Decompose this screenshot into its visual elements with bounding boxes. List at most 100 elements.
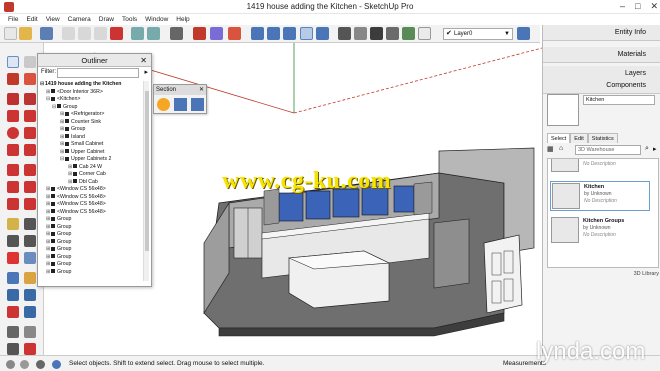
zoom-icon[interactable]: [7, 289, 19, 301]
menu-view[interactable]: View: [46, 14, 60, 25]
outliner-tree-item[interactable]: ⊞ Corner Cab: [40, 171, 140, 179]
look-around-icon[interactable]: [24, 326, 36, 338]
outliner-tree-item[interactable]: ⊞ Cab 24 W: [40, 164, 140, 172]
outliner-tree-item[interactable]: ⊞ Group: [40, 216, 140, 224]
right-view-icon[interactable]: [300, 27, 313, 40]
layer-manager-icon[interactable]: [517, 27, 530, 40]
outliner-tree-item[interactable]: ⊞ <Door Interior 36R>: [40, 89, 140, 97]
outliner-tree-item[interactable]: ⊞ Small Cabinet: [40, 141, 140, 149]
rotated-rectangle-icon[interactable]: [24, 110, 36, 122]
outliner-tree-item[interactable]: ⊞ <Refrigerator>: [40, 111, 140, 119]
follow-me-icon[interactable]: [24, 181, 36, 193]
outliner-details-icon[interactable]: ▸: [144, 68, 148, 76]
wireframe-style-icon[interactable]: [354, 27, 367, 40]
menu-draw[interactable]: Draw: [99, 14, 114, 25]
front-view-icon[interactable]: [283, 27, 296, 40]
outliner-tree-item[interactable]: ⊟1419 house adding the Kitchen: [40, 81, 140, 89]
section-plane-icon[interactable]: [157, 98, 170, 111]
outliner-tree-item[interactable]: ⊞ <Window CS 56x48>: [40, 201, 140, 209]
rotate-icon[interactable]: [7, 181, 19, 193]
help-icon[interactable]: [52, 360, 61, 369]
outliner-tree-item[interactable]: ⊞ Group: [40, 239, 140, 247]
new-file-icon[interactable]: [4, 27, 17, 40]
display-section-planes-icon[interactable]: [174, 98, 187, 111]
outliner-scrollbar[interactable]: [143, 81, 149, 281]
details-arrow-icon[interactable]: ▸: [653, 145, 657, 153]
component-icon[interactable]: [210, 27, 223, 40]
paste-icon[interactable]: [94, 27, 107, 40]
open-folder-icon[interactable]: [19, 27, 32, 40]
minimize-button[interactable]: –: [620, 1, 625, 12]
undo-icon[interactable]: [131, 27, 144, 40]
tray-tab-components[interactable]: Components: [543, 78, 660, 94]
menu-edit[interactable]: Edit: [26, 14, 37, 25]
erase-icon[interactable]: [110, 27, 123, 40]
line-tool-icon[interactable]: [7, 93, 19, 105]
component-item-kitchen[interactable]: Kitchen by Unknown No Description: [550, 181, 650, 211]
axes-icon[interactable]: [7, 252, 19, 264]
outliner-tree-item[interactable]: ⊞ Group: [40, 269, 140, 277]
outliner-tree-item[interactable]: ⊞ Upper Cabinet: [40, 149, 140, 157]
outliner-tree-item[interactable]: ⊞ Group: [40, 254, 140, 262]
close-button[interactable]: ✕: [650, 1, 658, 12]
paint-bucket-tool-icon[interactable]: [24, 73, 36, 85]
outliner-tree-item[interactable]: ⊞ Counter Sink: [40, 119, 140, 127]
move-icon[interactable]: [7, 164, 19, 176]
outliner-tree-item[interactable]: ⊞ Group: [40, 126, 140, 134]
paint-bucket-icon[interactable]: [228, 27, 241, 40]
offset-icon[interactable]: [24, 198, 36, 210]
components-search-input[interactable]: 3D Warehouse: [575, 145, 641, 155]
menu-camera[interactable]: Camera: [68, 14, 91, 25]
close-icon[interactable]: ✕: [140, 54, 147, 67]
eraser-icon[interactable]: [24, 56, 36, 68]
orbit-icon[interactable]: [7, 272, 19, 284]
xray-style-icon[interactable]: [338, 27, 351, 40]
menu-help[interactable]: Help: [176, 14, 189, 25]
save-icon[interactable]: [40, 27, 53, 40]
tab-select[interactable]: Select: [547, 133, 571, 143]
cut-icon[interactable]: [62, 27, 75, 40]
component-item[interactable]: No Description: [550, 159, 650, 175]
menu-file[interactable]: File: [8, 14, 18, 25]
outliner-tree-item[interactable]: ⊞ Group: [40, 224, 140, 232]
filter-input[interactable]: [57, 68, 139, 78]
outliner-tree-item[interactable]: ⊞ Group: [40, 246, 140, 254]
outliner-tree-item[interactable]: ⊟ <Kitchen>: [40, 96, 140, 104]
tray-tab-entity-info[interactable]: Entity Info: [543, 25, 660, 41]
zoom-window-icon[interactable]: [24, 289, 36, 301]
section-plane-tool-icon[interactable]: [24, 343, 36, 355]
arc-icon[interactable]: [7, 144, 19, 156]
outliner-tree-item[interactable]: ⊟ Group: [40, 104, 140, 112]
maximize-button[interactable]: □: [635, 1, 640, 12]
component-name-field[interactable]: Kitchen: [583, 95, 655, 105]
monochrome-style-icon[interactable]: [418, 27, 431, 40]
tab-statistics[interactable]: Statistics: [587, 133, 618, 143]
make-component-icon[interactable]: [7, 73, 19, 85]
layer-dropdown[interactable]: ✔ Layer0 ▼: [443, 28, 513, 40]
outliner-tree-item[interactable]: ⊞ Group: [40, 231, 140, 239]
outliner-tree-item[interactable]: ⊞ Dbl Cab: [40, 179, 140, 187]
back-view-icon[interactable]: [316, 27, 329, 40]
hidden-line-style-icon[interactable]: [370, 27, 383, 40]
polygon-icon[interactable]: [24, 127, 36, 139]
outliner-tree-item[interactable]: ⊞ <Window CS 56x48>: [40, 186, 140, 194]
pan-icon[interactable]: [24, 272, 36, 284]
previous-view-icon[interactable]: [24, 306, 36, 318]
select-arrow-icon[interactable]: [7, 56, 19, 68]
3d-text-icon[interactable]: [24, 252, 36, 264]
redo-icon[interactable]: [147, 27, 160, 40]
rectangle-icon[interactable]: [7, 110, 19, 122]
textured-style-icon[interactable]: [402, 27, 415, 40]
outliner-tree-item[interactable]: ⊞ Group: [40, 261, 140, 269]
tape-measure-icon[interactable]: [7, 218, 19, 230]
scrollbar-thumb[interactable]: [145, 91, 149, 251]
dimension-icon[interactable]: [24, 218, 36, 230]
pie-icon[interactable]: [24, 144, 36, 156]
position-camera-icon[interactable]: [7, 326, 19, 338]
geo-location-icon[interactable]: [6, 360, 15, 369]
copy-icon[interactable]: [78, 27, 91, 40]
menu-tools[interactable]: Tools: [122, 14, 137, 25]
top-view-icon[interactable]: [267, 27, 280, 40]
outliner-tree-item[interactable]: ⊟ Upper Cabinets 2: [40, 156, 140, 164]
credits-icon[interactable]: [20, 360, 29, 369]
